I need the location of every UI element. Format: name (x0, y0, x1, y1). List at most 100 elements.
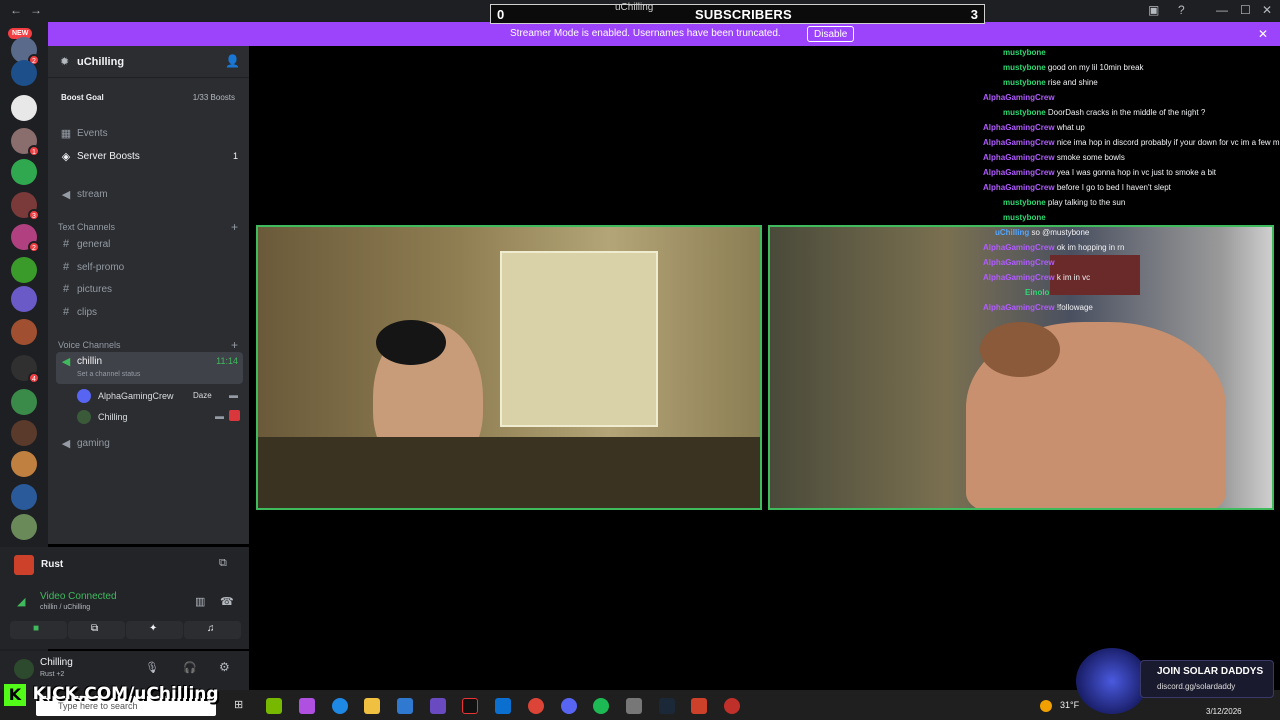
close-window-icon[interactable]: ✕ (1262, 3, 1272, 17)
settings-icon[interactable] (626, 698, 642, 714)
rust-icon[interactable] (691, 698, 707, 714)
streamer-mode-text: Streamer Mode is enabled. Usernames have… (510, 28, 781, 39)
server-boosts-count: 1 (232, 151, 238, 161)
server-icon[interactable] (11, 60, 37, 86)
screen-share-icon[interactable]: ⧉ (219, 557, 227, 570)
user-name: Chilling (40, 657, 73, 668)
activities-button[interactable]: ✦ (126, 621, 183, 639)
screen-share-button[interactable]: ⧉ (68, 621, 125, 639)
discord-icon[interactable] (561, 698, 577, 714)
help-icon[interactable]: ? (1178, 3, 1185, 17)
server-icon[interactable] (11, 514, 37, 540)
voice-channel-gaming[interactable]: ◀ gaming (56, 434, 243, 454)
spotify-icon[interactable] (593, 698, 609, 714)
chat-message: AlphaGamingCrew nice ima hop in discord … (983, 138, 1280, 152)
server-boosts-item[interactable]: ◈ Server Boosts 1 (56, 147, 243, 167)
category-label: Voice Channels (58, 340, 121, 350)
chat-message: AlphaGamingCrew (983, 258, 1055, 272)
chat-message: mustybone DoorDash cracks in the middle … (1003, 108, 1205, 122)
guild-header[interactable]: ✹ uChilling 👤 (48, 46, 249, 78)
subscribers-overlay: 0 uChilling SUBSCRIBERS 3 (490, 2, 985, 24)
speaker-icon: ◀ (61, 356, 71, 368)
app-icon[interactable] (430, 698, 446, 714)
close-banner-icon[interactable]: ✕ (1258, 27, 1268, 41)
chat-message: AlphaGamingCrew before I go to bed I hav… (983, 183, 1171, 197)
inbox-icon[interactable]: ▣ (1148, 3, 1159, 17)
server-icon[interactable] (11, 451, 37, 477)
invite-icon[interactable]: 👤 (225, 54, 240, 68)
boost-goal[interactable]: Boost Goal 1/33 Boosts (57, 90, 239, 106)
channel-self-promo[interactable]: # self-promo (56, 258, 243, 278)
text-channels-category[interactable]: Text Channels + (58, 220, 238, 234)
video-button[interactable]: ■ (10, 621, 67, 639)
chrome-icon[interactable] (528, 698, 544, 714)
connection-location[interactable]: chillin / uChilling (40, 604, 90, 611)
store-icon[interactable] (397, 698, 413, 714)
back-arrow-icon[interactable]: ← (10, 3, 22, 17)
bed-area (258, 437, 760, 508)
subscribers-left-count: 0 (497, 7, 505, 22)
subscribers-right-count: 3 (970, 7, 978, 22)
server-icon[interactable] (11, 319, 37, 345)
channel-pictures[interactable]: # pictures (56, 280, 243, 300)
minimize-icon[interactable]: — (1216, 3, 1228, 17)
tiktok-icon[interactable] (462, 698, 478, 714)
server-icon[interactable] (11, 420, 37, 446)
server-icon[interactable] (11, 95, 37, 121)
channel-sidebar: ✹ uChilling 👤 Boost Goal 1/33 Boosts ▦ E… (48, 46, 249, 544)
disable-streamer-mode-button[interactable]: Disable (807, 26, 855, 42)
rust-icon (14, 555, 34, 575)
soundboard-button[interactable]: ♫ (184, 621, 241, 639)
server-icon[interactable] (11, 159, 37, 185)
channel-general[interactable]: # general (56, 235, 243, 255)
kick-overlay: K KICK.COM/uChilling (4, 684, 219, 710)
solar-link: discord.gg/solardaddy (1157, 682, 1236, 691)
chat-user: mustybone (1003, 63, 1046, 72)
server-icon[interactable]: 2 (11, 224, 40, 253)
events-label: Events (77, 128, 108, 139)
noise-suppression-icon[interactable]: ▥ (195, 595, 205, 608)
channel-stream[interactable]: ◀ stream (56, 185, 243, 205)
outlook-icon[interactable] (495, 698, 511, 714)
disconnect-icon[interactable]: ☎ (220, 595, 234, 608)
server-icon[interactable] (11, 257, 37, 283)
video-tile-left[interactable] (256, 225, 762, 510)
server-icon[interactable] (11, 286, 37, 312)
chat-message: AlphaGamingCrew ok im hopping in rn (983, 243, 1124, 257)
server-badge: 4 (28, 372, 40, 384)
channel-status[interactable]: Set a channel status (77, 371, 140, 378)
user-status: Rust +2 (40, 671, 65, 678)
maximize-icon[interactable]: ☐ (1240, 3, 1251, 17)
server-icon[interactable]: 4 (11, 355, 40, 384)
chat-text: DoorDash cracks in the middle of the nig… (1047, 108, 1206, 117)
obs-icon[interactable] (724, 698, 740, 714)
chat-message: mustybone (1003, 48, 1046, 62)
channel-label: gaming (77, 438, 110, 449)
voice-channel-chillin[interactable]: ◀ chillin 11:14 Set a channel status (56, 352, 243, 384)
voice-channels-category[interactable]: Voice Channels + (58, 338, 238, 352)
edge-icon[interactable] (332, 698, 348, 714)
nvidia-icon[interactable] (266, 698, 282, 714)
file-explorer-icon[interactable] (364, 698, 380, 714)
server-boosts-label: Server Boosts (77, 151, 140, 162)
copilot-icon[interactable] (299, 698, 315, 714)
chat-message: AlphaGamingCrew yea I was gonna hop in v… (983, 168, 1216, 182)
add-channel-icon[interactable]: + (231, 220, 238, 234)
gear-icon[interactable]: ⚙ (219, 660, 230, 674)
chat-user: Einolo (1025, 288, 1050, 297)
task-view-icon[interactable]: ⊞ (234, 698, 243, 711)
steam-icon[interactable] (659, 698, 675, 714)
events-item[interactable]: ▦ Events (56, 124, 243, 144)
microphone-icon[interactable]: 🎙 (145, 661, 159, 674)
server-icon[interactable] (11, 484, 37, 510)
channel-clips[interactable]: # clips (56, 303, 243, 323)
forward-arrow-icon[interactable]: → (30, 3, 42, 17)
chat-message: uChilling so @mustybone (995, 228, 1089, 242)
add-channel-icon[interactable]: + (231, 338, 238, 352)
avatar[interactable] (14, 659, 34, 679)
headphones-icon[interactable]: 🎧 (183, 661, 197, 674)
server-icon[interactable]: 1 (11, 128, 40, 157)
server-icon[interactable] (11, 389, 37, 415)
chat-user: mustybone (1003, 213, 1046, 222)
server-icon[interactable]: 3 (11, 192, 40, 221)
